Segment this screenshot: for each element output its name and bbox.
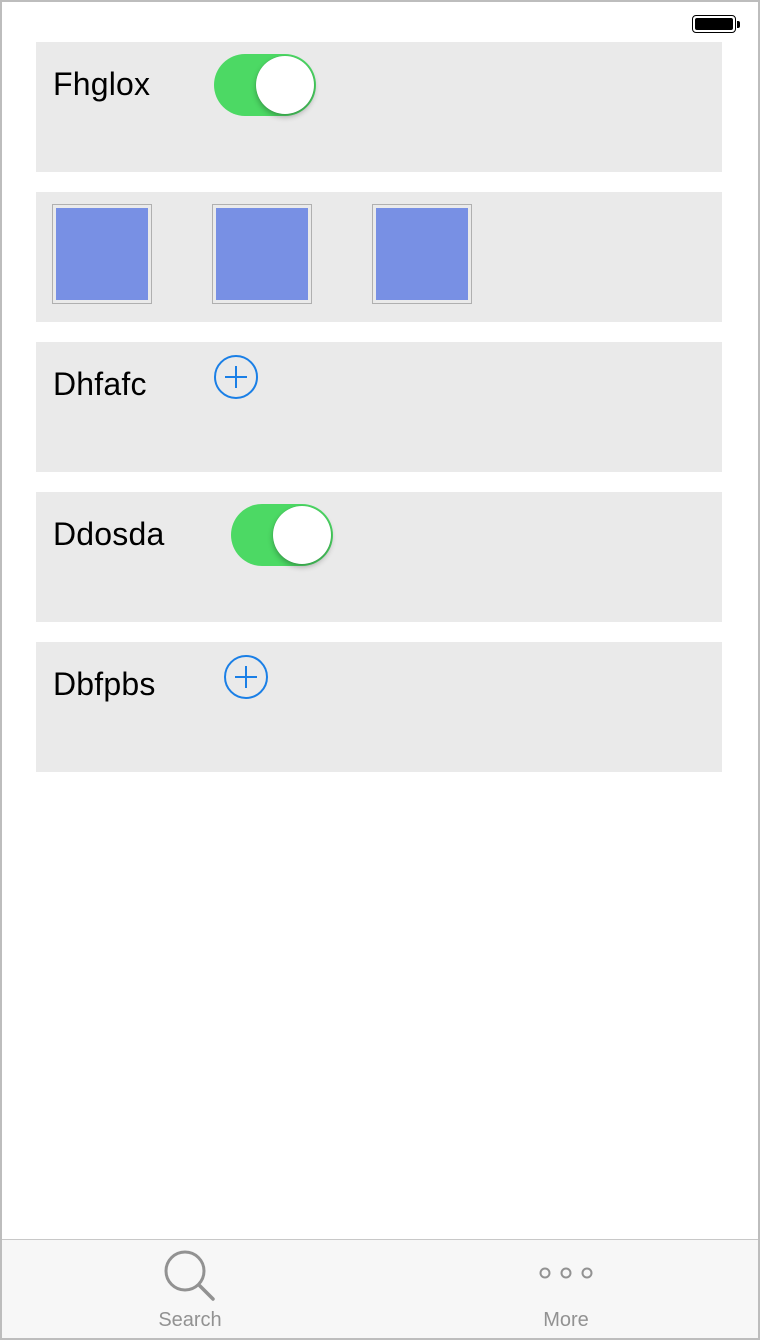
battery-level (695, 18, 733, 30)
toggle-knob (273, 506, 331, 564)
row-dhfafc: Dhfafc (36, 342, 722, 472)
swatch-fill (376, 208, 468, 300)
row-ddosda: Ddosda (36, 492, 722, 622)
swatch-fill (216, 208, 308, 300)
battery-nub (737, 21, 740, 28)
add-circle-icon (224, 655, 268, 699)
row-fhglox: Fhglox (36, 42, 722, 172)
color-swatch[interactable] (372, 204, 472, 304)
add-button[interactable] (213, 354, 259, 400)
tab-more[interactable]: More (486, 1240, 646, 1338)
battery-icon (692, 15, 740, 33)
row-label: Dbfpbs (53, 666, 156, 702)
more-icon (539, 1267, 593, 1279)
color-swatch[interactable] (52, 204, 152, 304)
row-label: Dhfafc (53, 366, 147, 402)
tab-bar: Search More (2, 1239, 758, 1338)
tab-label: More (543, 1309, 589, 1331)
color-swatch[interactable] (212, 204, 312, 304)
search-icon (164, 1250, 215, 1301)
tab-search[interactable]: Search (110, 1240, 270, 1338)
app-screen: Fhglox Dhfafc Ddosda Dbfpbs Search More (0, 0, 760, 1340)
add-button[interactable] (223, 654, 269, 700)
ddosda-toggle[interactable] (231, 504, 333, 566)
tab-label: Search (158, 1309, 222, 1331)
row-label: Ddosda (53, 516, 165, 552)
row-dbfpbs: Dbfpbs (36, 642, 722, 772)
fhglox-toggle[interactable] (214, 54, 316, 116)
swatch-fill (56, 208, 148, 300)
row-label: Fhglox (53, 66, 151, 102)
row-swatches (36, 192, 722, 322)
toggle-knob (256, 56, 314, 114)
add-circle-icon (214, 355, 258, 399)
